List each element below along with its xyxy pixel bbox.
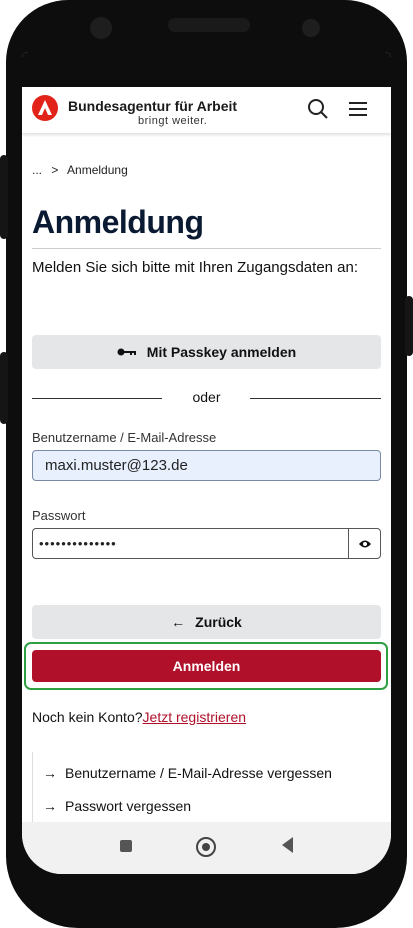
password-field[interactable]: •••••••••••••• <box>32 528 349 559</box>
show-password-button[interactable] <box>348 528 381 559</box>
register-link[interactable]: Jetzt registrieren <box>143 709 246 725</box>
recents-icon[interactable] <box>120 840 132 852</box>
password-label: Passwort <box>32 508 86 523</box>
screen: ✱ ▂▃▅ ◠ 86 Bundesagentur für Arbeit brin… <box>22 52 391 874</box>
arrow-right-icon: → <box>43 765 57 781</box>
volume-button <box>0 352 8 424</box>
volume-button <box>0 155 8 239</box>
page-title: Anmeldung <box>32 204 204 240</box>
back-icon[interactable] <box>282 837 293 853</box>
key-icon <box>117 348 136 356</box>
passkey-button-label: Mit Passkey anmelden <box>146 344 297 360</box>
ba-logo-icon[interactable] <box>32 95 58 121</box>
power-button <box>405 296 413 356</box>
register-prompt-text: Noch kein Konto? <box>32 709 143 725</box>
breadcrumb: ... > Anmeldung <box>32 163 128 177</box>
home-icon[interactable] <box>196 837 216 857</box>
or-label: oder <box>192 389 221 405</box>
back-button[interactable]: ← Zurück <box>32 605 381 639</box>
intro-text: Melden Sie sich bitte mit Ihren Zugangsd… <box>32 259 359 276</box>
eye-icon <box>358 540 371 547</box>
hamburger-menu-icon[interactable] <box>346 97 370 121</box>
breadcrumb-ellipsis[interactable]: ... <box>32 163 42 177</box>
username-label: Benutzername / E-Mail-Adresse <box>32 430 217 445</box>
breadcrumb-current: Anmeldung <box>67 163 128 177</box>
passkey-login-button[interactable]: Mit Passkey anmelden <box>32 335 381 369</box>
forgot-password-link[interactable]: → Passwort vergessen <box>43 798 191 814</box>
help-links: → Benutzername / E-Mail-Adresse vergesse… <box>32 752 382 832</box>
username-field[interactable]: maxi.muster@123.de <box>32 450 381 481</box>
forgot-password-label: Passwort vergessen <box>65 798 192 814</box>
brand-name: Bundesagentur für Arbeit <box>68 98 238 114</box>
back-arrow-icon: ← <box>171 614 186 630</box>
site-header: Bundesagentur für Arbeit bringt weiter. <box>22 87 391 133</box>
speaker-grille <box>168 18 250 32</box>
forgot-username-label: Benutzername / E-Mail-Adresse vergessen <box>65 765 332 781</box>
or-divider: oder <box>32 388 381 408</box>
brand-tagline: bringt weiter. <box>138 115 208 127</box>
android-nav-bar <box>22 822 391 874</box>
register-prompt: Noch kein Konto?Jetzt registrieren <box>32 709 246 725</box>
divider <box>32 248 381 249</box>
forgot-username-link[interactable]: → Benutzername / E-Mail-Adresse vergesse… <box>43 765 332 781</box>
search-icon[interactable] <box>306 97 330 121</box>
login-button[interactable]: Anmelden <box>32 650 381 682</box>
front-camera <box>90 17 112 39</box>
breadcrumb-separator: > <box>51 163 59 177</box>
arrow-right-icon: → <box>43 798 57 814</box>
sensor <box>302 19 320 37</box>
back-button-label: Zurück <box>195 614 242 630</box>
